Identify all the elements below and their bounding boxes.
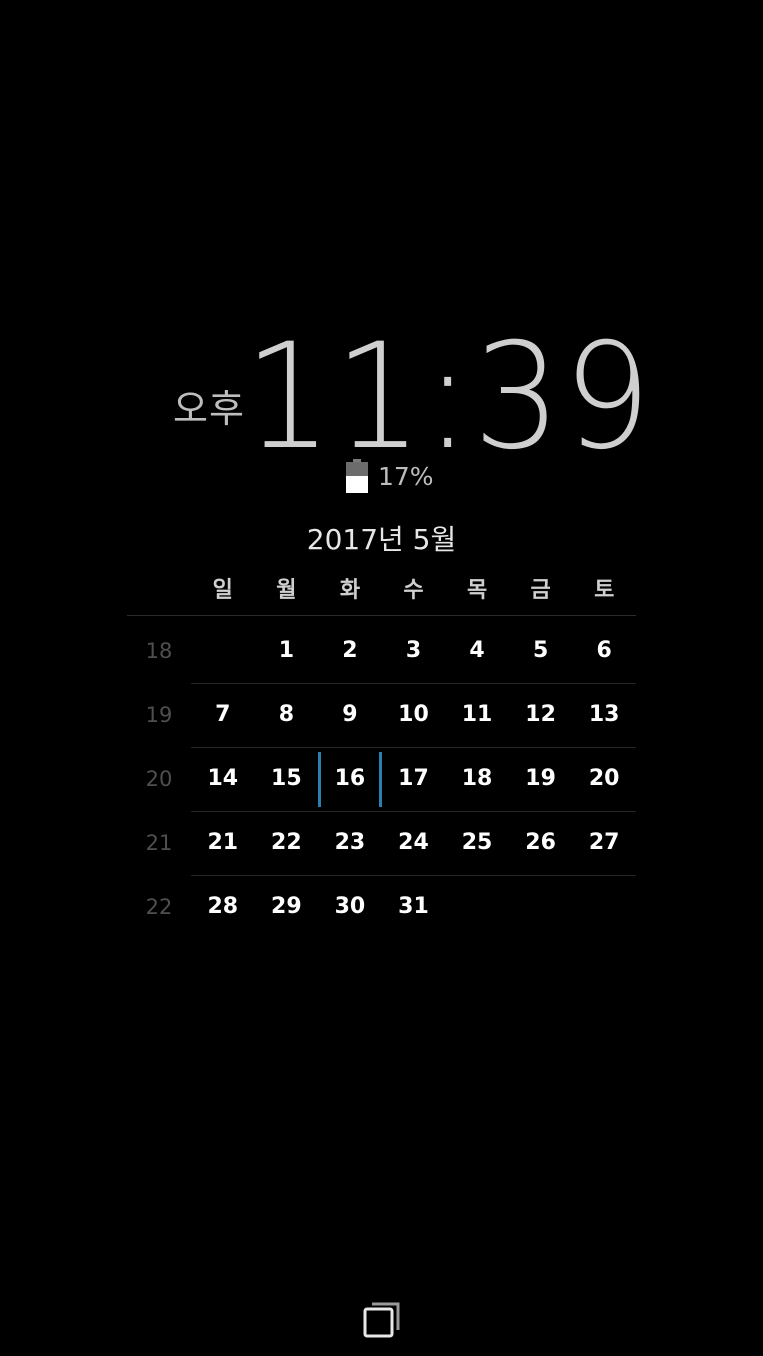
week-number: 18	[145, 639, 173, 663]
calendar-day[interactable]: 4	[445, 619, 509, 683]
calendar-week-row: 18 1 2 3 4 5 6	[127, 619, 636, 683]
calendar-day-today[interactable]: 16	[318, 747, 382, 811]
calendar-day[interactable]: 27	[572, 811, 636, 875]
calendar-day[interactable]: 10	[382, 683, 446, 747]
calendar-day[interactable]: 20	[572, 747, 636, 811]
battery-icon	[346, 459, 368, 493]
weekday-label: 수	[403, 578, 424, 603]
calendar-day[interactable]: 11	[445, 683, 509, 747]
battery-status: 17%	[346, 458, 434, 494]
calendar-day[interactable]: 3	[382, 619, 446, 683]
calendar-month-title: 2017년 5월	[306, 523, 457, 556]
calendar-day[interactable]: 17	[382, 747, 446, 811]
calendar-day[interactable]: 9	[318, 683, 382, 747]
weekday-label: 화	[339, 578, 361, 603]
recent-apps-button[interactable]	[362, 1300, 400, 1338]
calendar-day[interactable]	[509, 875, 573, 939]
week-number: 22	[145, 895, 173, 919]
recent-apps-icon	[363, 1302, 400, 1338]
calendar-day[interactable]: 7	[191, 683, 255, 747]
week-number: 20	[145, 767, 173, 791]
week-number: 19	[145, 703, 173, 727]
calendar-day[interactable]: 19	[509, 747, 573, 811]
calendar-day[interactable]: 22	[255, 811, 319, 875]
calendar-day[interactable]: 24	[382, 811, 446, 875]
calendar-day[interactable]: 13	[572, 683, 636, 747]
calendar-day[interactable]: 12	[509, 683, 573, 747]
calendar-day[interactable]: 25	[445, 811, 509, 875]
weekday-label: 토	[594, 578, 615, 603]
calendar-day[interactable]: 8	[255, 683, 319, 747]
weekday-label: 월	[276, 578, 297, 603]
clock-time: 11:39	[244, 312, 654, 482]
calendar-day[interactable]: 14	[191, 747, 255, 811]
calendar-day[interactable]: 26	[509, 811, 573, 875]
calendar-week-row: 19 7 8 9 10 11 12 13	[127, 683, 636, 747]
calendar-day[interactable]: 30	[318, 875, 382, 939]
calendar-week-row: 21 21 22 23 24 25 26 27	[127, 811, 636, 875]
clock: 오후 11:39	[0, 322, 763, 472]
calendar-day[interactable]: 21	[191, 811, 255, 875]
calendar-day[interactable]: 23	[318, 811, 382, 875]
calendar-day[interactable]: 31	[382, 875, 446, 939]
weekday-label: 일	[212, 578, 233, 603]
calendar-day[interactable]: 15	[255, 747, 319, 811]
clock-ampm: 오후	[173, 387, 245, 431]
calendar-grid: 18 1 2 3 4 5 6 19 7 8 9 10 11 12 13 20 1…	[127, 619, 636, 939]
calendar-week-row: 22 28 29 30 31	[127, 875, 636, 939]
weekday-label: 금	[530, 578, 551, 603]
calendar-weekday-header: 일 월 화 수 목 금 토	[191, 572, 636, 604]
calendar-day[interactable]	[572, 875, 636, 939]
calendar-day[interactable]: 5	[509, 619, 573, 683]
week-number: 21	[145, 831, 173, 855]
calendar-day[interactable]: 2	[318, 619, 382, 683]
calendar-day[interactable]: 29	[255, 875, 319, 939]
calendar-day[interactable]: 1	[255, 619, 319, 683]
battery-percent: 17%	[378, 461, 434, 491]
calendar-week-row: 20 14 15 16 17 18 19 20	[127, 747, 636, 811]
calendar-day[interactable]: 6	[572, 619, 636, 683]
calendar-day[interactable]: 28	[191, 875, 255, 939]
calendar-header-divider	[127, 615, 636, 616]
calendar-day[interactable]: 18	[445, 747, 509, 811]
weekday-label: 목	[466, 578, 488, 603]
calendar-day[interactable]	[445, 875, 509, 939]
calendar-day[interactable]	[191, 619, 255, 683]
